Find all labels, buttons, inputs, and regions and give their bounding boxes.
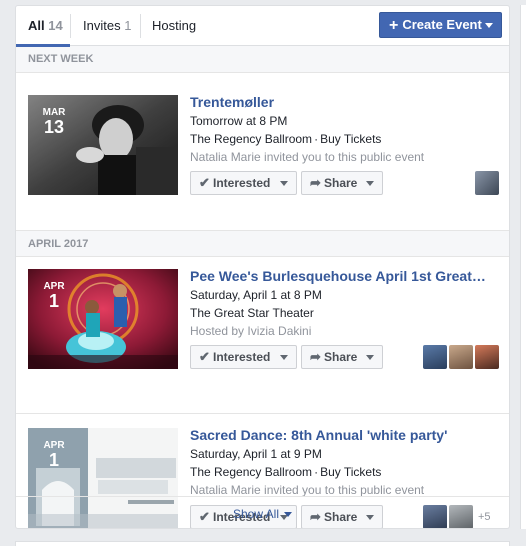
share-icon: ➦ <box>310 175 321 190</box>
share-label: Share <box>324 176 358 190</box>
interested-button[interactable]: ✔ Interested <box>190 345 297 369</box>
separator-dot: · <box>314 465 319 479</box>
next-panel-edge <box>15 541 510 546</box>
event-day: 1 <box>48 450 59 470</box>
events-panel: All 14 Invites 1 Hosting + Create Event N… <box>15 5 510 529</box>
event-time: Tomorrow at 8 PM <box>190 114 288 128</box>
share-label: Share <box>324 350 358 364</box>
tab-all-label: All <box>28 18 45 33</box>
event-day: 13 <box>43 117 65 137</box>
avatar[interactable] <box>475 171 499 195</box>
tab-all-count: 14 <box>48 18 63 33</box>
event-invite-note: Natalia Marie invited you to this public… <box>190 483 425 497</box>
event-time: Saturday, April 1 at 9 PM <box>190 447 322 461</box>
event-venue[interactable]: The Regency Ballroom <box>190 465 312 479</box>
checkmark-icon: ✔ <box>199 349 210 364</box>
event-date-badge: APR 1 <box>28 428 80 469</box>
share-button[interactable]: ➦ Share <box>301 345 383 369</box>
chevron-down-icon <box>280 181 288 186</box>
chevron-down-icon <box>485 23 493 28</box>
interested-label: Interested <box>213 350 271 364</box>
event-title[interactable]: Sacred Dance: 8th Annual 'white party' <box>190 427 447 443</box>
adjacent-panel-edge <box>520 5 526 529</box>
checkmark-icon: ✔ <box>199 175 210 190</box>
event-time: Saturday, April 1 at 8 PM <box>190 288 322 302</box>
share-button[interactable]: ➦ Share <box>301 171 383 195</box>
avatar[interactable] <box>449 345 473 369</box>
event-item: MAR 13 Trentemøller Tomorrow at 8 PM The… <box>16 73 509 230</box>
event-invite-note: Natalia Marie invited you to this public… <box>190 150 425 164</box>
tab-hosting[interactable]: Hosting <box>152 6 196 46</box>
event-title[interactable]: Trentemøller <box>190 94 274 110</box>
create-event-label: Create Event <box>402 17 482 32</box>
event-venue[interactable]: The Great Star Theater <box>190 306 314 320</box>
interested-button[interactable]: ✔ Interested <box>190 171 297 195</box>
event-thumbnail[interactable]: MAR 13 <box>28 95 178 195</box>
active-tab-indicator <box>16 44 70 47</box>
chevron-down-icon <box>284 512 293 518</box>
create-event-button[interactable]: + Create Event <box>379 12 502 38</box>
event-host-note: Hosted by Ivizia Dakini <box>190 324 312 338</box>
tab-divider <box>70 14 71 38</box>
share-icon: ➦ <box>310 349 321 364</box>
separator-dot: · <box>314 132 319 146</box>
tab-invites[interactable]: Invites 1 <box>83 6 131 46</box>
tab-all[interactable]: All 14 <box>16 6 70 47</box>
buy-tickets-link[interactable]: Buy Tickets <box>320 465 381 479</box>
chevron-down-icon <box>280 355 288 360</box>
show-all-label: Show All <box>232 507 280 521</box>
section-header: APRIL 2017 <box>16 230 509 257</box>
chevron-down-icon <box>366 355 374 360</box>
event-date-badge: MAR 13 <box>28 95 80 136</box>
tab-invites-label: Invites <box>83 18 121 33</box>
tab-invites-count: 1 <box>124 18 132 33</box>
event-date-badge: APR 1 <box>28 269 80 310</box>
show-all-button[interactable]: Show All <box>16 496 509 528</box>
event-venue[interactable]: The Regency Ballroom <box>190 132 312 146</box>
avatar[interactable] <box>423 345 447 369</box>
tab-bar: All 14 Invites 1 Hosting + Create Event <box>16 6 509 47</box>
event-day: 1 <box>48 291 59 311</box>
event-venue-line: The Regency Ballroom · Buy Tickets <box>190 132 381 146</box>
buy-tickets-link[interactable]: Buy Tickets <box>320 132 381 146</box>
tab-divider <box>140 14 141 38</box>
interested-label: Interested <box>213 176 271 190</box>
chevron-down-icon <box>366 181 374 186</box>
avatar[interactable] <box>475 345 499 369</box>
event-title[interactable]: Pee Wee's Burlesquehouse April 1st Great… <box>190 268 486 284</box>
event-thumbnail[interactable]: APR 1 <box>28 269 178 369</box>
plus-icon: + <box>389 17 399 34</box>
event-venue-line: The Regency Ballroom · Buy Tickets <box>190 465 381 479</box>
section-header: NEXT WEEK <box>16 46 509 73</box>
tab-hosting-label: Hosting <box>152 18 197 33</box>
event-item: APR 1 Pee Wee's Burlesquehouse April 1st… <box>16 257 509 413</box>
